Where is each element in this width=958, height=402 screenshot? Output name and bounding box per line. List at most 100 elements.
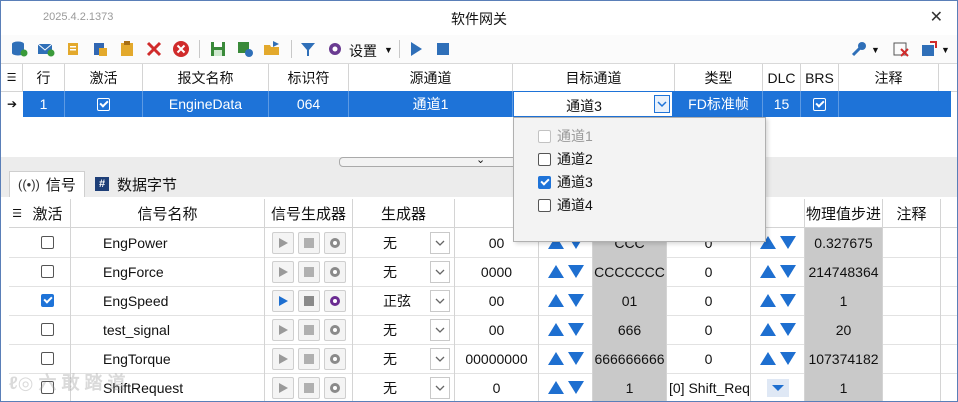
stop-icon[interactable]: [297, 260, 320, 283]
clear-icon[interactable]: [891, 39, 911, 59]
table-row[interactable]: 1 EngineData 064 通道1 FD标准帧 15: [23, 91, 951, 117]
play-icon[interactable]: [271, 260, 294, 283]
gear-icon[interactable]: [323, 260, 346, 283]
header-id[interactable]: 标识符: [269, 64, 349, 91]
decrement-icon[interactable]: [779, 265, 796, 278]
stop-icon[interactable]: [433, 39, 453, 59]
copy-icon[interactable]: [63, 39, 83, 59]
increment-icon[interactable]: [547, 381, 564, 394]
raw-value-cell[interactable]: 0000: [455, 257, 539, 286]
header-name[interactable]: 报文名称: [143, 64, 269, 91]
gear-icon[interactable]: [323, 289, 346, 312]
header-brs[interactable]: BRS: [801, 64, 839, 91]
chevron-down-icon[interactable]: ▼: [871, 45, 880, 55]
wrench-icon[interactable]: [849, 39, 869, 59]
active-checkbox[interactable]: [25, 286, 71, 315]
comment-cell[interactable]: [883, 344, 941, 373]
mail-add-icon[interactable]: [36, 39, 56, 59]
decrement-icon[interactable]: [779, 294, 796, 307]
table-row[interactable]: test_signal 无 00 666 0 20: [9, 315, 957, 345]
header-active[interactable]: 激活: [65, 64, 143, 91]
generator-select[interactable]: 无: [353, 344, 455, 373]
chevron-down-icon[interactable]: ▼: [384, 45, 393, 55]
header-signal-name[interactable]: 信号名称: [71, 199, 265, 227]
comment-cell[interactable]: [883, 257, 941, 286]
active-checkbox[interactable]: [25, 315, 71, 344]
physical-step-cell[interactable]: 1: [805, 373, 883, 401]
comment-cell[interactable]: [839, 91, 951, 117]
active-checkbox[interactable]: [25, 257, 71, 286]
increment-icon[interactable]: [759, 323, 776, 336]
decrement-icon[interactable]: [567, 381, 584, 394]
dlc-cell[interactable]: 15: [763, 91, 801, 117]
gear-icon[interactable]: [325, 39, 345, 59]
header-active[interactable]: 激活: [25, 199, 71, 227]
stop-icon[interactable]: [297, 318, 320, 341]
hex-value-cell[interactable]: 1: [593, 373, 667, 401]
decrement-icon[interactable]: [779, 236, 796, 249]
increment-icon[interactable]: [547, 265, 564, 278]
signal-name-cell[interactable]: test_signal: [71, 315, 265, 344]
generator-select[interactable]: 无: [353, 228, 455, 257]
header-comment[interactable]: 注释: [883, 199, 941, 227]
chevron-down-icon[interactable]: [430, 261, 450, 283]
comment-cell[interactable]: [883, 315, 941, 344]
stop-icon[interactable]: [297, 347, 320, 370]
generator-select[interactable]: 无: [353, 257, 455, 286]
physical-value-cell[interactable]: 0: [667, 257, 751, 286]
id-cell[interactable]: 064: [269, 91, 349, 117]
increment-icon[interactable]: [759, 294, 776, 307]
paste-icon[interactable]: [90, 39, 110, 59]
name-cell[interactable]: EngineData: [143, 91, 269, 117]
play-icon[interactable]: [271, 289, 294, 312]
close-icon[interactable]: ✕: [930, 7, 943, 27]
cancel-icon[interactable]: [171, 39, 191, 59]
table-row[interactable]: EngForce 无 0000 CCCCCCC 0 214748364: [9, 257, 957, 287]
gear-icon[interactable]: [323, 318, 346, 341]
header-line[interactable]: 行: [23, 64, 65, 91]
hex-value-cell[interactable]: CCCCCCC: [593, 257, 667, 286]
decrement-icon[interactable]: [567, 294, 584, 307]
stop-icon[interactable]: [297, 289, 320, 312]
physical-step-cell[interactable]: 1: [805, 286, 883, 315]
source-cell[interactable]: 通道1: [349, 91, 513, 117]
active-checkbox[interactable]: [25, 228, 71, 257]
play-icon[interactable]: [271, 376, 294, 399]
play-icon[interactable]: [406, 39, 426, 59]
open-folder-icon[interactable]: [262, 39, 282, 59]
gear-icon[interactable]: [323, 376, 346, 399]
stop-icon[interactable]: [297, 376, 320, 399]
play-icon[interactable]: [271, 231, 294, 254]
increment-icon[interactable]: [547, 294, 564, 307]
generator-select[interactable]: 正弦: [353, 286, 455, 315]
save-settings-icon[interactable]: [235, 39, 255, 59]
comment-cell[interactable]: [883, 228, 941, 257]
hex-value-cell[interactable]: 01: [593, 286, 667, 315]
hex-value-cell[interactable]: 666666666: [593, 344, 667, 373]
chevron-down-icon[interactable]: [430, 348, 450, 370]
physical-step-cell[interactable]: 214748364: [805, 257, 883, 286]
physical-step-cell[interactable]: 107374182: [805, 344, 883, 373]
physical-step-cell[interactable]: 0.327675: [805, 228, 883, 257]
tab-signals[interactable]: ((•)) 信号: [9, 171, 85, 197]
increment-icon[interactable]: [759, 265, 776, 278]
tab-data-bytes[interactable]: # 数据字节: [87, 171, 187, 197]
dropdown-option-channel-3[interactable]: 通道3: [538, 172, 593, 192]
signal-name-cell[interactable]: EngForce: [71, 257, 265, 286]
comment-cell[interactable]: [883, 373, 941, 401]
raw-value-cell[interactable]: 00000000: [455, 344, 539, 373]
decrement-icon[interactable]: [779, 323, 796, 336]
type-cell[interactable]: FD标准帧: [675, 91, 763, 117]
table-row[interactable]: EngPower 无 00 CCC 0 0.327675: [9, 228, 957, 258]
header-signal-generator[interactable]: 信号生成器: [265, 199, 353, 227]
physical-value-cell[interactable]: [0] Shift_Reques: [667, 373, 751, 401]
increment-icon[interactable]: [759, 352, 776, 365]
chevron-down-icon[interactable]: [430, 319, 450, 341]
stop-icon[interactable]: [297, 231, 320, 254]
dropdown-option-channel-4[interactable]: 通道4: [538, 195, 593, 215]
settings-menu[interactable]: 设置: [349, 41, 377, 61]
table-row[interactable]: ShiftRequest无01[0] Shift_Reques1: [9, 373, 957, 401]
dropdown-option-channel-2[interactable]: 通道2: [538, 149, 593, 169]
header-physical-step[interactable]: 物理值步进: [805, 199, 883, 227]
comment-cell[interactable]: [883, 286, 941, 315]
